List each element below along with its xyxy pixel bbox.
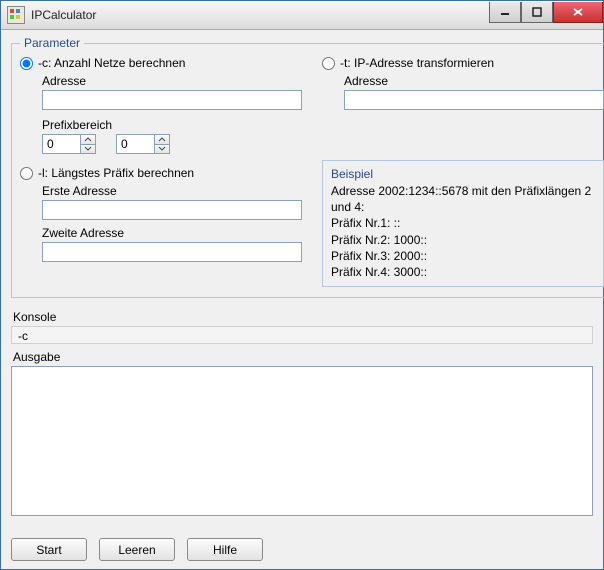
c-prefix-label: Prefixbereich — [42, 118, 302, 132]
prefix-to-up[interactable] — [155, 135, 169, 145]
prefix-to-input[interactable] — [116, 134, 154, 154]
c-adresse-input[interactable] — [42, 90, 302, 110]
t-adresse-input[interactable] — [344, 90, 604, 110]
chevron-down-icon — [158, 146, 166, 151]
maximize-button[interactable] — [521, 2, 553, 23]
option-c-block: -c: Anzahl Netze berechnen Adresse Prefi… — [20, 56, 302, 154]
client-area: Parameter -c: Anzahl Netze berechnen Adr… — [1, 30, 603, 569]
window-title: IPCalculator — [31, 8, 489, 22]
example-title: Beispiel — [331, 167, 595, 181]
example-line1: Adresse 2002:1234::5678 mit den Präfixlä… — [331, 183, 595, 215]
prefix-from-spinner[interactable] — [42, 134, 96, 154]
titlebar[interactable]: IPCalculator — [1, 1, 603, 30]
l-second-label: Zweite Adresse — [42, 226, 302, 240]
parameter-group: Parameter -c: Anzahl Netze berechnen Adr… — [11, 36, 604, 298]
chevron-up-icon — [84, 137, 92, 142]
parameter-legend: Parameter — [20, 36, 84, 50]
example-line5: Präfix Nr.3: 2000:: — [331, 248, 595, 264]
l-first-label: Erste Adresse — [42, 184, 302, 198]
button-row: Start Leeren Hilfe — [11, 532, 593, 561]
option-l-block: -l: Längstes Präfix berechnen Erste Adre… — [20, 166, 302, 287]
example-box: Beispiel Adresse 2002:1234::5678 mit den… — [322, 160, 604, 287]
example-line4: Präfix Nr.2: 1000:: — [331, 232, 595, 248]
l-first-input[interactable] — [42, 200, 302, 220]
t-adresse-label: Adresse — [344, 74, 604, 88]
app-icon — [7, 6, 25, 24]
close-icon — [572, 7, 584, 17]
radio-t[interactable] — [322, 57, 335, 70]
prefix-to-spinner[interactable] — [116, 134, 170, 154]
radio-t-label: -t: IP-Adresse transformieren — [340, 56, 494, 70]
prefix-from-input[interactable] — [42, 134, 80, 154]
close-button[interactable] — [553, 2, 603, 23]
konsole-label: Konsole — [13, 310, 593, 324]
hilfe-button[interactable]: Hilfe — [187, 538, 263, 561]
option-t-block: -t: IP-Adresse transformieren Adresse — [322, 56, 604, 154]
start-button[interactable]: Start — [11, 538, 87, 561]
radio-l[interactable] — [20, 167, 33, 180]
example-line6: Präfix Nr.4: 3000:: — [331, 264, 595, 280]
radio-c[interactable] — [20, 57, 33, 70]
ausgabe-label: Ausgabe — [13, 350, 593, 364]
prefix-from-down[interactable] — [81, 145, 95, 154]
minimize-icon — [500, 7, 510, 17]
prefix-to-down[interactable] — [155, 145, 169, 154]
l-second-input[interactable] — [42, 242, 302, 262]
ausgabe-textarea[interactable] — [11, 366, 593, 516]
minimize-button[interactable] — [489, 2, 521, 23]
example-line3: Präfix Nr.1: :: — [331, 215, 595, 231]
window-controls — [489, 2, 603, 22]
leeren-button[interactable]: Leeren — [99, 538, 175, 561]
c-adresse-label: Adresse — [42, 74, 302, 88]
konsole-field: -c — [11, 326, 593, 344]
prefix-from-up[interactable] — [81, 135, 95, 145]
app-window: IPCalculator Parameter -c: Anzahl Netze — [0, 0, 604, 570]
chevron-up-icon — [158, 137, 166, 142]
radio-l-label: -l: Längstes Präfix berechnen — [38, 166, 194, 180]
chevron-down-icon — [84, 146, 92, 151]
radio-c-label: -c: Anzahl Netze berechnen — [38, 56, 185, 70]
maximize-icon — [532, 7, 542, 17]
